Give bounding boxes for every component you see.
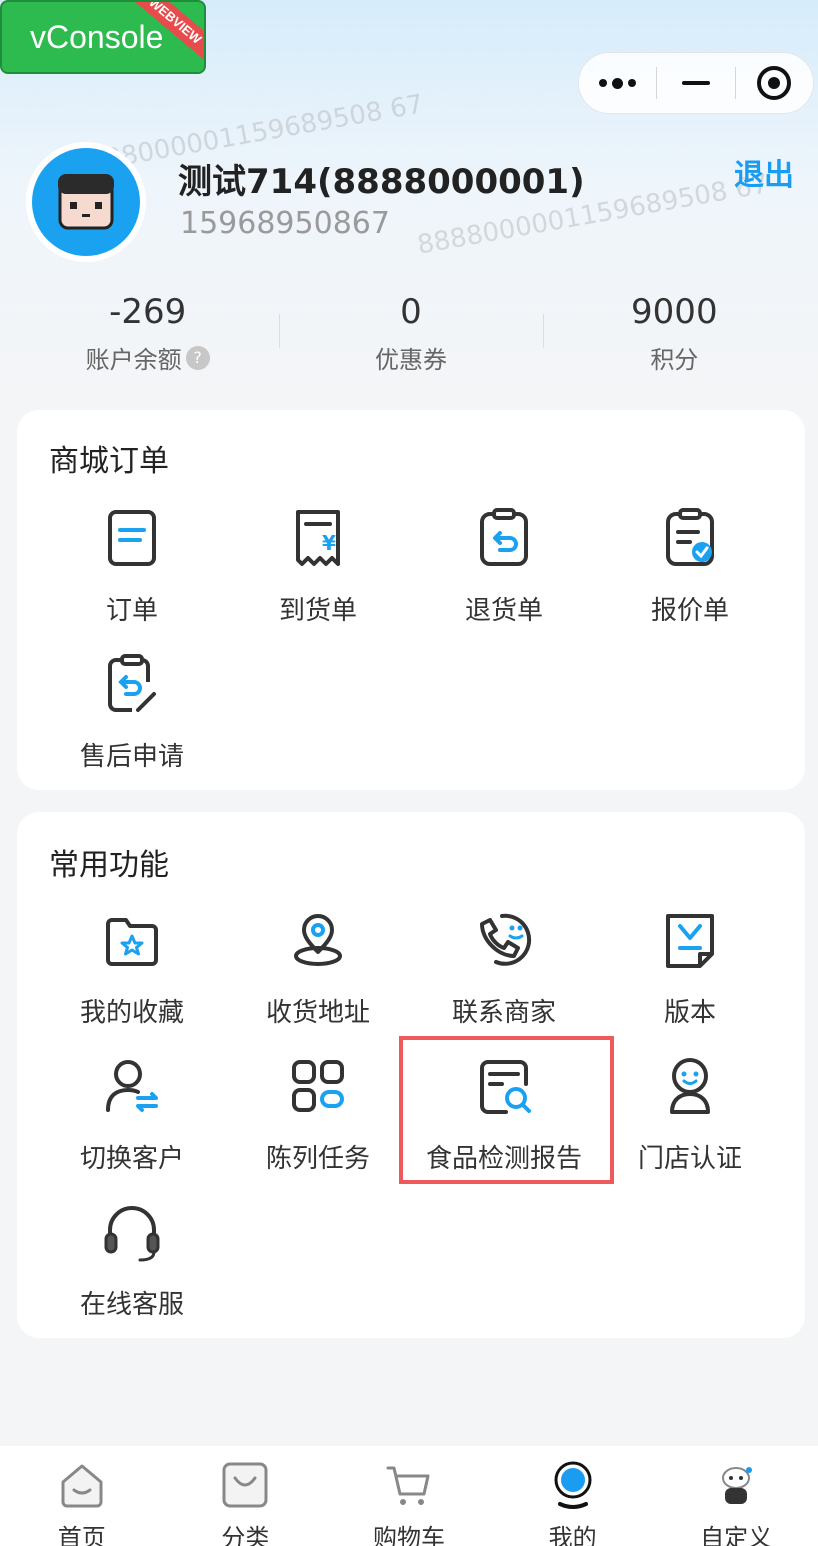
after-sale-edit-icon: [108, 654, 156, 712]
logout-button[interactable]: 退出: [734, 150, 794, 194]
function-item-favorites[interactable]: 我的收藏: [39, 908, 225, 1029]
tab-label: 自定义: [700, 1524, 773, 1546]
close-button[interactable]: [736, 53, 813, 113]
order-item-label: 售后申请: [79, 742, 184, 772]
functions-title: 常用功能: [49, 848, 169, 883]
more-button[interactable]: [579, 53, 656, 113]
order-item-return[interactable]: 退货单: [411, 506, 597, 627]
tab-label: 购物车: [372, 1524, 445, 1546]
function-item-display-tasks[interactable]: 陈列任务: [225, 1054, 411, 1175]
orders-title: 商城订单: [49, 444, 169, 479]
account-stats: -269 账户余额? 0 优惠券 9000 积分: [16, 290, 806, 380]
return-clipboard-icon: [480, 508, 528, 566]
star-folder-icon: [106, 918, 158, 966]
function-item-label: 版本: [663, 998, 716, 1028]
phone-chat-icon: [480, 913, 532, 966]
order-item-label: 到货单: [278, 596, 357, 626]
order-item-quote[interactable]: 报价单: [597, 506, 783, 627]
stat-coupons[interactable]: 0 优惠券: [279, 290, 542, 380]
function-item-version[interactable]: 版本: [597, 908, 783, 1029]
miniprogram-capsule: [578, 52, 814, 114]
stat-label: 积分: [650, 346, 699, 374]
mascot-icon: [722, 1467, 753, 1504]
tab-home[interactable]: 首页: [0, 1446, 164, 1546]
headset-icon: [104, 1206, 160, 1262]
order-item-label: 退货单: [464, 596, 543, 626]
minimize-button[interactable]: [657, 53, 734, 113]
function-item-switch-customer[interactable]: 切换客户: [39, 1054, 225, 1175]
stat-value: 0: [400, 292, 422, 332]
user-phone: 15968950867: [180, 206, 390, 241]
order-item-orders[interactable]: 订单: [39, 506, 225, 627]
function-item-address[interactable]: 收货地址: [225, 908, 411, 1029]
function-item-label: 收货地址: [265, 998, 370, 1028]
stat-value: -269: [109, 292, 187, 332]
help-icon[interactable]: ?: [185, 345, 210, 370]
switch-user-icon: [106, 1060, 158, 1112]
function-item-label: 切换客户: [79, 1144, 184, 1174]
avatar-face-icon: [58, 174, 114, 230]
order-item-aftersale[interactable]: 售后申请: [39, 652, 225, 773]
order-item-arrival[interactable]: ¥ 到货单: [225, 506, 411, 627]
stat-points[interactable]: 9000 积分: [542, 290, 806, 380]
tab-category[interactable]: 分类: [164, 1446, 328, 1546]
order-list-icon: [108, 510, 156, 566]
tab-label: 我的: [548, 1524, 597, 1546]
tab-label: 首页: [57, 1524, 106, 1546]
home-icon: [61, 1464, 103, 1508]
vconsole-label: vConsole: [30, 19, 164, 55]
function-item-label: 陈列任务: [265, 1144, 370, 1174]
version-doc-icon: [666, 914, 714, 968]
function-item-contact[interactable]: 联系商家: [411, 908, 597, 1029]
location-pin-icon: [294, 914, 342, 966]
order-item-label: 订单: [105, 596, 158, 626]
stat-balance[interactable]: -269 账户余额?: [16, 290, 279, 380]
order-item-label: 报价单: [650, 596, 729, 626]
function-item-label: 我的收藏: [79, 998, 184, 1028]
function-item-label: 在线客服: [79, 1290, 184, 1320]
minimize-icon: [681, 81, 710, 85]
avatar[interactable]: [26, 142, 146, 262]
function-item-label: 门店认证: [637, 1144, 742, 1174]
stat-label: 账户余额: [85, 346, 182, 374]
quote-clipboard-check-icon: [666, 508, 714, 566]
receipt-yen-icon: ¥: [296, 510, 340, 566]
vconsole-button[interactable]: vConsole WEBVIEW: [0, 0, 206, 74]
stat-value: 9000: [631, 292, 718, 332]
grid-tasks-icon: [292, 1060, 344, 1112]
store-person-icon: [670, 1058, 710, 1114]
tab-mine[interactable]: 我的: [491, 1446, 655, 1546]
tab-cart[interactable]: 购物车: [327, 1446, 491, 1546]
more-dots-icon: [599, 77, 637, 89]
function-item-label: 联系商家: [451, 998, 556, 1028]
highlight-box: [399, 1036, 614, 1184]
svg-text:¥: ¥: [322, 531, 336, 555]
function-item-store-certification[interactable]: 门店认证: [597, 1054, 783, 1175]
username: 测试714(8888000001): [178, 162, 585, 202]
orders-card: 商城订单 订单 ¥ 到货单 退货单 报价单 售后申请: [17, 410, 805, 790]
bag-icon: [222, 1462, 268, 1508]
profile-icon: [554, 1461, 592, 1509]
function-item-online-service[interactable]: 在线客服: [39, 1200, 225, 1321]
bottom-tab-bar: 首页 分类 购物车 我的 自定义: [0, 1446, 818, 1546]
stat-label: 优惠券: [374, 346, 447, 374]
close-target-icon: [757, 66, 792, 100]
tab-label: 分类: [221, 1524, 270, 1546]
tab-custom[interactable]: 自定义: [654, 1446, 818, 1546]
cart-icon: [386, 1466, 430, 1505]
